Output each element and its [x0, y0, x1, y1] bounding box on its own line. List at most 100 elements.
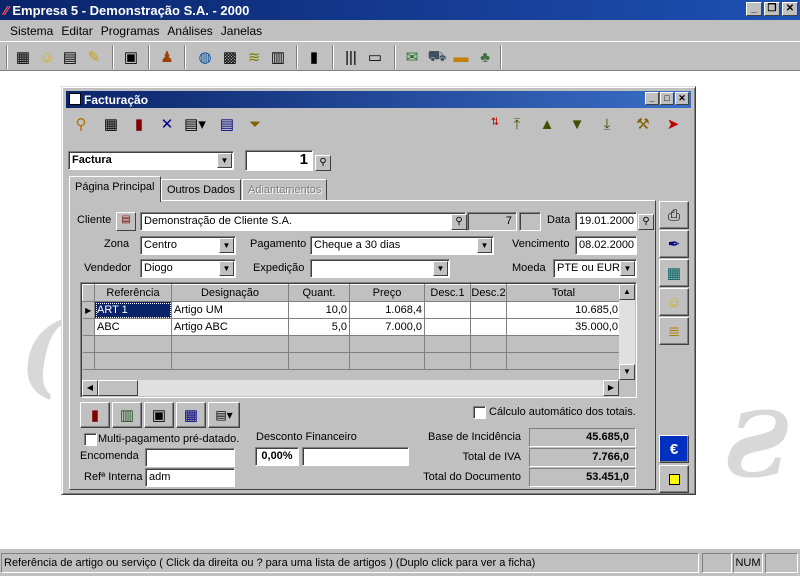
menu-janelas[interactable]: Janelas: [221, 24, 262, 38]
cell-desc2[interactable]: [470, 301, 507, 319]
cell-total[interactable]: 35.000,0: [506, 318, 621, 336]
menu-editar[interactable]: Editar: [61, 24, 92, 38]
vendedor-select[interactable]: Diogo ▼: [140, 259, 236, 278]
sort-icon[interactable]: ⇅: [484, 111, 506, 133]
notepad-icon[interactable]: ▣: [120, 46, 142, 68]
cell-preco[interactable]: 7.000,0: [349, 318, 425, 336]
calculator-icon[interactable]: ▦: [659, 259, 689, 287]
delete-icon[interactable]: ✕: [156, 113, 178, 135]
barcode-icon[interactable]: |||: [340, 46, 362, 68]
car-icon[interactable]: ⛟: [426, 46, 448, 68]
minimize-button[interactable]: _: [746, 2, 762, 16]
moeda-select[interactable]: PTE ou EURO ▼: [553, 259, 637, 278]
auto-calc-checkbox[interactable]: [473, 406, 486, 419]
card-icon[interactable]: ▬: [450, 46, 472, 68]
globe-icon[interactable]: ◍: [194, 46, 216, 68]
cell-desc1[interactable]: [424, 301, 471, 319]
previous-record-icon[interactable]: ▲: [536, 113, 558, 135]
euro-icon[interactable]: €: [659, 435, 689, 463]
first-record-icon[interactable]: ⤒: [506, 113, 528, 135]
column-header-quant[interactable]: Quant.: [288, 284, 350, 302]
items-grid[interactable]: Referência Designação Quant. Preço Desc.…: [80, 282, 637, 398]
scroll-left-icon[interactable]: ◀: [82, 380, 98, 396]
money-stack-icon[interactable]: ≋: [243, 46, 265, 68]
user-icon[interactable]: ♟: [156, 46, 178, 68]
new-line-button[interactable]: ▮: [80, 402, 110, 428]
detail-line-button[interactable]: ▦: [176, 402, 206, 428]
cell-desc2[interactable]: [470, 318, 507, 336]
book-icon[interactable]: ▮: [128, 113, 150, 135]
printer-icon[interactable]: ⎙: [659, 201, 689, 229]
document-search-button[interactable]: ⚲: [315, 155, 331, 171]
calendar-icon[interactable]: ▩: [219, 46, 241, 68]
tree-icon[interactable]: ♣: [474, 46, 496, 68]
printer-stack-icon[interactable]: ▥: [267, 46, 289, 68]
child-close-button[interactable]: ✕: [675, 92, 689, 105]
scroll-up-icon[interactable]: ▲: [619, 284, 635, 300]
cliente-list-button[interactable]: ▤: [116, 212, 136, 231]
book-icon[interactable]: ▮: [303, 46, 325, 68]
tools-icon[interactable]: ⚒: [632, 113, 654, 135]
last-record-icon[interactable]: ⤓: [596, 113, 618, 135]
grid-vertical-scrollbar[interactable]: ▲ ▼: [619, 284, 635, 380]
column-header-desc1[interactable]: Desc.1: [424, 284, 471, 302]
document-number-field[interactable]: 1: [245, 150, 313, 171]
table-row[interactable]: ABC Artigo ABC 5,0 7.000,0 35.000,0: [82, 318, 621, 336]
yellow-square-icon[interactable]: [659, 465, 689, 493]
note-icon[interactable]: ✎: [83, 46, 105, 68]
multi-pagamento-checkbox[interactable]: [84, 433, 97, 446]
desconto-value-field[interactable]: [302, 447, 409, 466]
cheque-icon[interactable]: ✉: [401, 46, 423, 68]
ref-interna-field[interactable]: adm: [145, 468, 235, 487]
restore-button[interactable]: ❐: [764, 2, 780, 16]
list-icon[interactable]: ▤: [216, 113, 238, 135]
calculator-icon[interactable]: ▦: [12, 46, 34, 68]
delete-line-button[interactable]: ▥: [112, 402, 142, 428]
column-header-referencia[interactable]: Referência: [94, 284, 172, 302]
desconto-percent-field[interactable]: 0,00%: [255, 447, 299, 466]
column-header-preco[interactable]: Preço: [349, 284, 425, 302]
document-type-select[interactable]: Factura ▼: [68, 151, 234, 170]
exit-icon[interactable]: ➤: [662, 113, 684, 135]
grid-icon[interactable]: ▦: [100, 113, 122, 135]
cell-referencia[interactable]: ABC: [94, 318, 172, 336]
child-minimize-button[interactable]: _: [645, 92, 659, 105]
cell-desc1[interactable]: [424, 318, 471, 336]
data-field[interactable]: 19.01.2000: [575, 212, 637, 231]
cell-designacao[interactable]: Artigo UM: [171, 301, 289, 319]
encomenda-field[interactable]: [145, 448, 235, 467]
tab-outros-dados[interactable]: Outros Dados: [161, 179, 241, 201]
next-record-icon[interactable]: ▼: [566, 113, 588, 135]
pen-icon[interactable]: ✒: [659, 230, 689, 258]
column-header-desc2[interactable]: Desc.2: [470, 284, 507, 302]
smiley-icon[interactable]: ☺: [36, 46, 58, 68]
cell-quant[interactable]: 5,0: [288, 318, 350, 336]
cell-quant[interactable]: 10,0: [288, 301, 350, 319]
table-row[interactable]: ▶ ART 1 Artigo UM 10,0 1.068,4 10.685,0: [82, 301, 621, 319]
child-maximize-button[interactable]: □: [660, 92, 674, 105]
scroll-thumb[interactable]: [98, 380, 138, 396]
menu-sistema[interactable]: Sistema: [10, 24, 53, 38]
cliente-search-button[interactable]: ⚲: [451, 214, 467, 230]
column-header-designacao[interactable]: Designação: [171, 284, 289, 302]
cell-referencia[interactable]: ART 1: [94, 301, 172, 319]
print-menu-icon[interactable]: ▤▾: [184, 113, 206, 135]
close-button[interactable]: ✕: [782, 2, 798, 16]
smiley-icon[interactable]: ☺: [659, 288, 689, 316]
menu-analises[interactable]: Análises: [167, 24, 212, 38]
menu-programas[interactable]: Programas: [101, 24, 160, 38]
copy-line-button[interactable]: ▣: [144, 402, 174, 428]
pagamento-select[interactable]: Cheque a 30 dias ▼: [310, 236, 494, 255]
search-document-icon[interactable]: ⚲: [70, 113, 92, 135]
print-options-button[interactable]: ▤▾: [208, 402, 240, 428]
cliente-field[interactable]: Demonstração de Cliente S.A.: [140, 212, 466, 231]
cell-preco[interactable]: 1.068,4: [349, 301, 425, 319]
coins-icon[interactable]: ≣: [659, 317, 689, 345]
cell-designacao[interactable]: Artigo ABC: [171, 318, 289, 336]
zona-select[interactable]: Centro ▼: [140, 236, 236, 255]
filter-icon[interactable]: ⏷: [244, 113, 266, 135]
screen-icon[interactable]: ▭: [364, 46, 386, 68]
column-header-total[interactable]: Total: [506, 284, 621, 302]
expedicao-select[interactable]: ▼: [310, 259, 450, 278]
scroll-down-icon[interactable]: ▼: [619, 364, 635, 380]
